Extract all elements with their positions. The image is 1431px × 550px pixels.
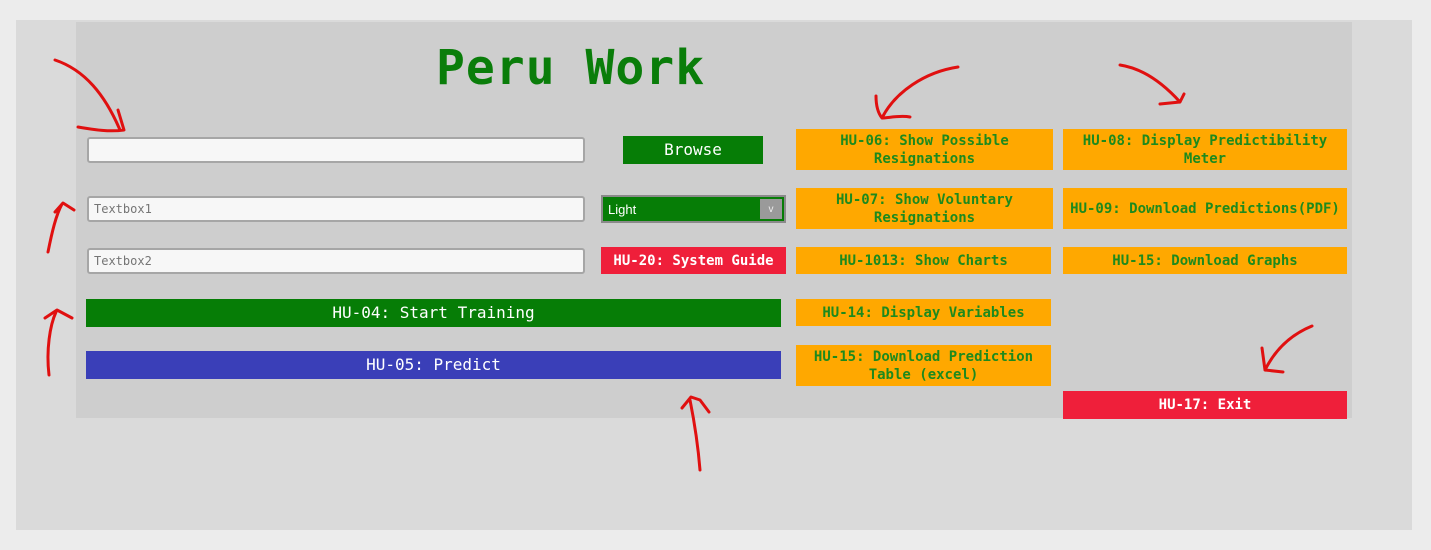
annotation-arrow-icon (1118, 63, 1186, 106)
annotation-arrow-icon (46, 201, 76, 254)
annotation-arrow-icon (874, 65, 960, 120)
annotation-arrow-icon (680, 395, 711, 472)
annotation-arrow-icon (43, 308, 74, 377)
annotation-arrow-icon (1260, 324, 1314, 374)
annotation-layer (43, 58, 1314, 472)
annotation-arrow-icon (53, 58, 126, 133)
